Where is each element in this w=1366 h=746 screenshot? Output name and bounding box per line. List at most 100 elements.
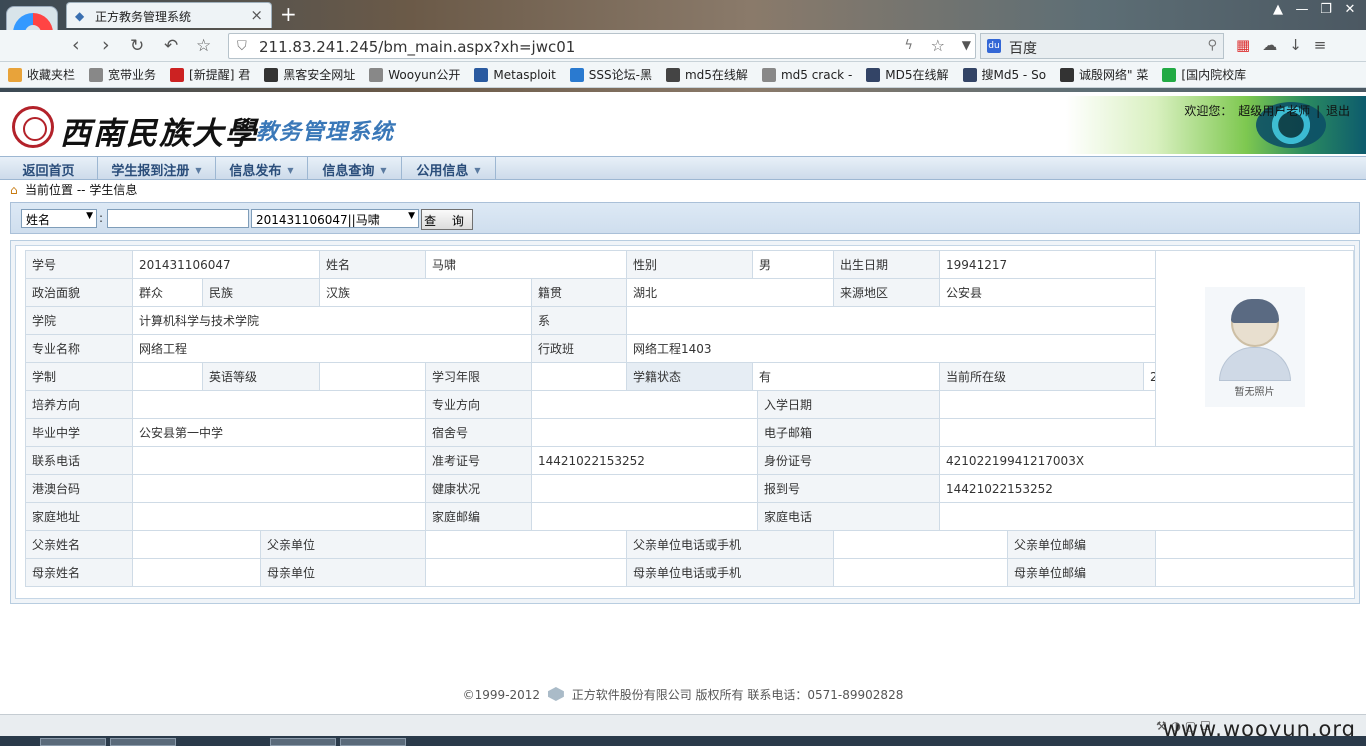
graduation-cap-icon: ◆ — [75, 9, 85, 23]
label-xzb: 行政班 — [530, 334, 628, 363]
label-jkzk: 健康状况 — [425, 474, 532, 503]
university-seal-icon — [12, 106, 54, 148]
label-zyfx: 专业方向 — [425, 390, 532, 419]
user-name-link[interactable]: 超级用户老师 — [1238, 104, 1310, 118]
taskbar-item[interactable] — [40, 738, 106, 746]
menu-home[interactable]: 返回首页 — [0, 157, 98, 179]
bookmark-label: 诚殷网络" 菜 — [1079, 68, 1149, 82]
bookmark-item[interactable]: [新提醒] 君 — [170, 66, 250, 83]
value-gatm — [132, 474, 426, 503]
cloud-icon[interactable]: ☁ — [1262, 36, 1277, 54]
globe-icon — [1060, 67, 1075, 82]
download-icon[interactable]: ↓ — [1289, 36, 1302, 54]
bookmark-label: [国内院校库 — [1181, 68, 1247, 82]
breadcrumb-separator: -- — [76, 183, 86, 197]
bookmark-item[interactable]: 诚殷网络" 菜 — [1060, 66, 1148, 83]
university-name: 西南民族大學 — [60, 116, 258, 152]
new-tab-icon[interactable]: + — [280, 2, 297, 26]
value-jkzk — [530, 474, 759, 503]
search-engine-label: 百度 — [1009, 41, 1037, 57]
label-pyfx: 培养方向 — [25, 390, 133, 419]
lightning-icon[interactable]: ϟ — [904, 38, 913, 53]
bookmark-item[interactable]: MD5在线解 — [866, 66, 949, 83]
close-tab-icon[interactable]: × — [250, 6, 263, 24]
breadcrumb-current: 学生信息 — [89, 183, 138, 197]
value-zzmm: 群众 — [132, 278, 203, 307]
menu-registration[interactable]: 学生报到注册 ▼ — [98, 157, 216, 179]
undo-icon[interactable]: ↶ — [164, 36, 178, 56]
grid-icon — [665, 67, 680, 82]
value-xm: 马啸 — [424, 250, 628, 279]
value-xzb: 网络工程1403 — [626, 334, 1157, 363]
forward-icon[interactable]: › — [102, 34, 110, 56]
bookmark-item[interactable]: 黑客安全网址 — [264, 66, 355, 83]
label-mqxm: 母亲姓名 — [25, 558, 133, 587]
label-xm: 姓名 — [319, 250, 426, 279]
back-icon[interactable]: ‹ — [72, 34, 80, 56]
taskbar-item[interactable] — [340, 738, 406, 746]
menu-publish[interactable]: 信息发布 ▼ — [216, 157, 308, 179]
search-box[interactable]: du 百度 ⚲ — [980, 33, 1224, 59]
shirt-icon[interactable]: ▲ — [1266, 2, 1290, 17]
table-row: 学号 201431106047 姓名 马啸 性别 男 出生日期 19941217… — [25, 250, 1355, 447]
taskbar-item[interactable] — [110, 738, 176, 746]
bookmark-item[interactable]: 搜Md5 - So — [962, 66, 1046, 83]
search-icon[interactable]: ⚲ — [1207, 38, 1217, 53]
bookmark-item[interactable]: SSS论坛-黑 — [569, 66, 652, 83]
value-jtdz — [132, 502, 426, 531]
field-select[interactable]: 姓名 ▼ — [21, 209, 97, 228]
value-fqxm — [132, 530, 261, 559]
label-sfzh: 身份证号 — [757, 446, 941, 475]
bookmark-item[interactable]: Metasploit — [474, 67, 556, 82]
label-ssh: 宿舍号 — [425, 418, 532, 447]
student-select[interactable]: 201431106047||马啸 ▼ — [251, 209, 419, 228]
bookmark-label: Metasploit — [493, 67, 556, 82]
label-gatm: 港澳台码 — [25, 474, 133, 503]
query-bar: 姓名 ▼ : 201431106047||马啸 ▼ 查 询 — [10, 202, 1360, 234]
label-yydj: 英语等级 — [202, 362, 320, 391]
value-xh: 201431106047 — [132, 250, 320, 279]
menu-query[interactable]: 信息查询 ▼ — [308, 157, 402, 179]
close-window-icon[interactable]: ✕ — [1338, 2, 1362, 17]
value-zkzh: 14421022153252 — [530, 446, 759, 475]
favorite-star-icon[interactable]: ☆ — [196, 36, 211, 56]
logout-link[interactable]: 退出 — [1326, 104, 1350, 118]
student-photo: 暂无照片 — [1204, 287, 1305, 407]
label-mz: 民族 — [202, 278, 320, 307]
value-xz — [132, 362, 203, 391]
query-input[interactable] — [107, 209, 249, 228]
bookmark-item[interactable]: [国内院校库 — [1162, 66, 1246, 83]
shield-icon: ⛉ — [237, 39, 247, 54]
label-rxrq: 入学日期 — [757, 390, 941, 419]
address-bar[interactable]: ⛉ 211.83.241.245/bm_main.aspx?xh=jwc01 ϟ… — [228, 33, 976, 59]
apps-icon[interactable]: ▦ — [1236, 36, 1250, 54]
minimize-icon[interactable]: — — [1290, 2, 1314, 17]
table-row: 学院 计算机科学与技术学院 系 — [25, 306, 1354, 335]
photo-cell: 暂无照片 — [1155, 250, 1355, 447]
bookmark-star-icon[interactable]: ☆ — [931, 36, 945, 55]
menu-public-info[interactable]: 公用信息 ▼ — [402, 157, 496, 179]
query-button[interactable]: 查 询 — [421, 209, 473, 230]
label-mqyb: 母亲单位邮编 — [1007, 558, 1157, 587]
refresh-icon[interactable]: ↻ — [130, 36, 144, 56]
value-lydq: 公安县 — [939, 278, 1157, 307]
chevron-down-icon[interactable]: ▼ — [962, 38, 971, 52]
breadcrumb-prefix: 当前位置 — [25, 183, 74, 197]
bookmark-item[interactable]: md5在线解 — [665, 66, 748, 83]
bookmark-label: md5 crack - — [780, 67, 853, 82]
browser-tab[interactable]: ◆ 正方教务管理系统 × — [66, 2, 272, 28]
bookmark-item[interactable]: md5 crack - — [761, 67, 853, 82]
bookmark-item[interactable]: 收藏夹栏 — [8, 66, 75, 83]
bookmark-item[interactable]: Wooyun公开 — [369, 66, 460, 83]
taskbar-item[interactable] — [270, 738, 336, 746]
label-xz: 学制 — [25, 362, 133, 391]
value-ssh — [530, 418, 759, 447]
bookmark-item[interactable]: 宽带业务 — [89, 66, 156, 83]
label-zymc: 专业名称 — [25, 334, 133, 363]
maximize-icon[interactable]: ❐ — [1314, 2, 1338, 17]
avatar-placeholder-icon — [1230, 299, 1279, 323]
menu-icon[interactable]: ≡ — [1314, 36, 1327, 54]
chevron-down-icon: ▼ — [195, 166, 202, 175]
label-xh: 学号 — [25, 250, 133, 279]
label-xxnx: 学习年限 — [425, 362, 532, 391]
